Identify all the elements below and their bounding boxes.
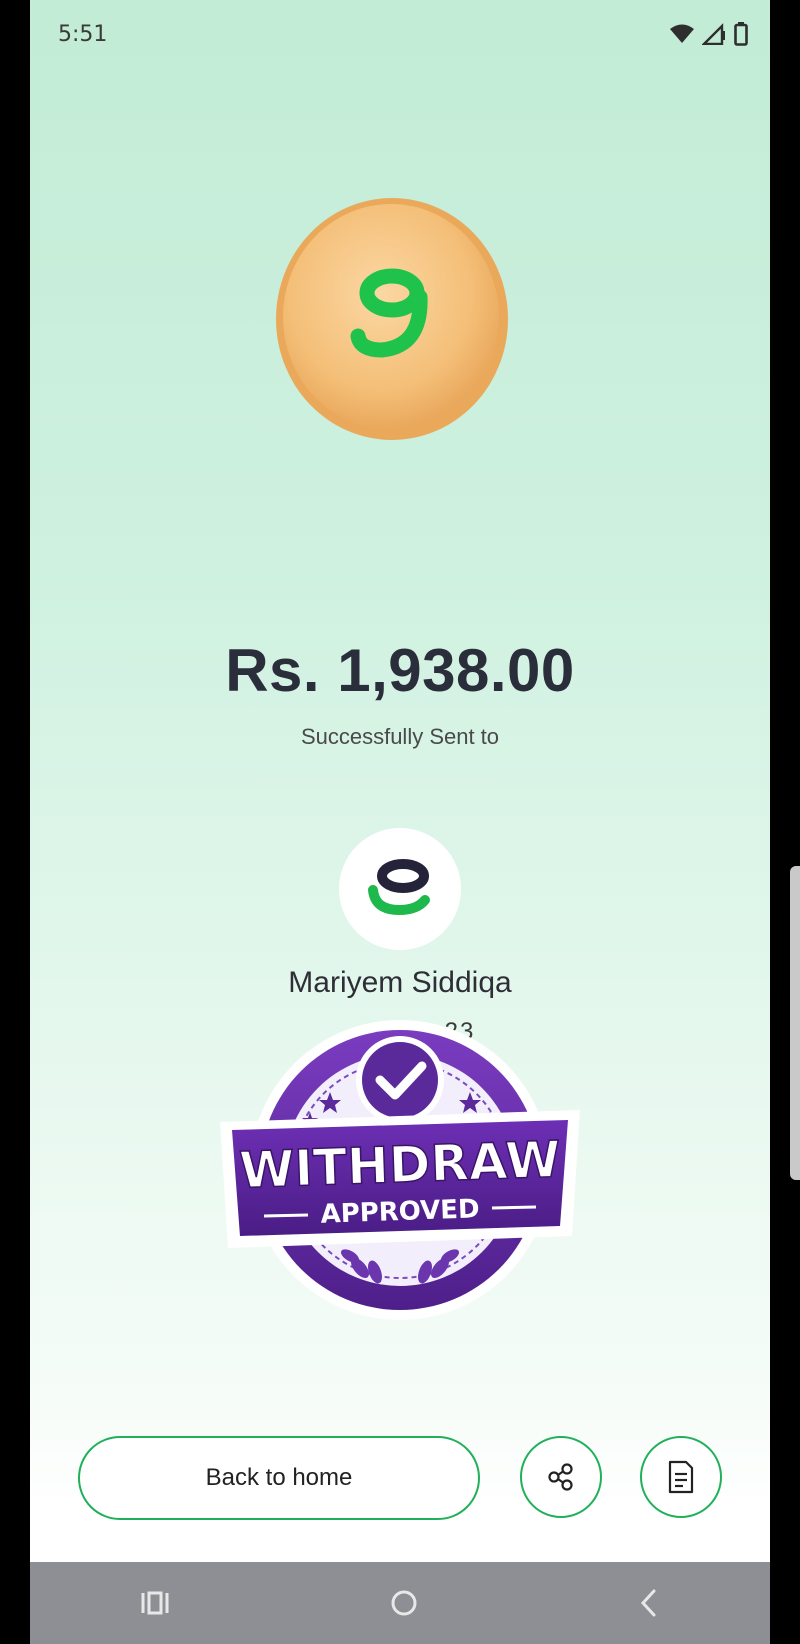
status-bar: 5:51 <box>30 0 770 72</box>
transaction-status-text: Successfully Sent to <box>300 724 500 749</box>
recipient-name: Mariyem Siddiqa <box>288 966 512 999</box>
badge-subtitle: APPROVED <box>320 1194 480 1230</box>
share-button[interactable] <box>520 1436 602 1518</box>
coin-logo-icon <box>276 198 508 440</box>
badge-title: WITHDRAW <box>238 1130 561 1199</box>
status-icons <box>670 22 748 46</box>
recent-apps-icon[interactable] <box>140 1590 170 1616</box>
receipt-icon <box>668 1460 694 1494</box>
withdraw-approved-badge: WITHDRAW APPROVED <box>220 1020 580 1320</box>
recipient-avatar <box>339 828 461 950</box>
back-to-home-button[interactable]: Back to home <box>78 1436 480 1520</box>
back-to-home-label: Back to home <box>205 1464 353 1491</box>
transaction-amount: Rs. 1,938.00 <box>225 637 575 704</box>
status-time: 5:51 <box>58 22 108 47</box>
side-scroll-indicator <box>790 866 800 1180</box>
battery-icon <box>734 22 748 46</box>
wifi-icon <box>670 24 694 43</box>
receipt-button[interactable] <box>640 1436 722 1518</box>
back-icon[interactable] <box>638 1588 660 1618</box>
share-icon <box>548 1463 573 1491</box>
signal-icon <box>702 23 725 45</box>
home-icon[interactable] <box>389 1588 419 1618</box>
system-nav-bar <box>30 1562 770 1644</box>
payment-success-screen: 5:51 Rs. 1,938.00 Successfully Sent to M… <box>30 0 770 1644</box>
